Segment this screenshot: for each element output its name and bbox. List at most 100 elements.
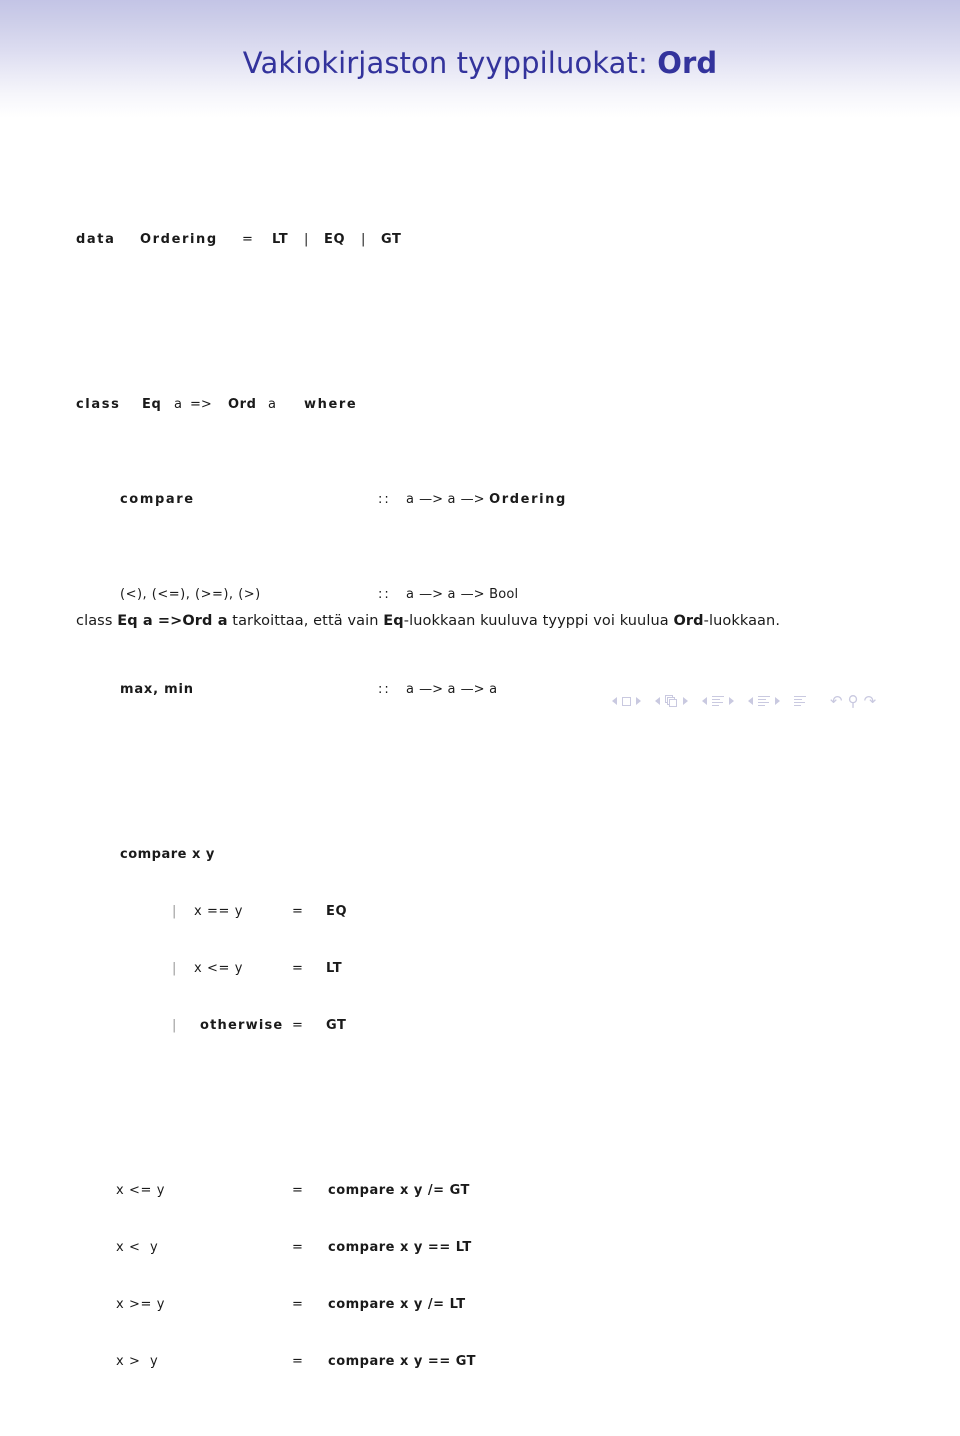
guard-equals: =: [292, 961, 304, 976]
code-line-op-def-1: x <= y = compare x y /= GT: [76, 1181, 886, 1200]
guard-body: GT: [326, 1018, 347, 1033]
op-def-rhs: compare x y == LT: [328, 1240, 472, 1255]
op-def-rhs: compare x y == GT: [328, 1354, 477, 1369]
caption-eq-class: Eq: [383, 613, 404, 629]
forward-icon[interactable]: ↷: [864, 693, 877, 709]
sig-name-operators: (<), (<=), (>=), (>): [120, 587, 261, 602]
op-def-eq: =: [292, 1240, 304, 1255]
op-def-eq: =: [292, 1297, 304, 1312]
prev-subsection-icon[interactable]: [655, 697, 660, 705]
superclass-eq: Eq: [142, 397, 162, 412]
back-icon[interactable]: ↶: [830, 693, 843, 709]
ctor-eq: EQ: [324, 232, 346, 247]
caption-part-1: class: [76, 613, 118, 629]
op-def-lhs: x <= y: [116, 1183, 166, 1198]
code-spacer-4: [76, 1428, 886, 1436]
next-frame-icon[interactable]: [636, 697, 641, 705]
guard-cond: x == y: [194, 904, 244, 919]
caption-part-7: -luokkaan.: [703, 613, 781, 629]
search-icon[interactable]: ⚲: [848, 693, 859, 709]
op-def-rhs: compare x y /= GT: [328, 1183, 470, 1198]
compare-def-head: compare x y: [120, 847, 215, 862]
code-spacer-3: [76, 1092, 886, 1105]
op-def-eq: =: [292, 1183, 304, 1198]
ctor-gt: GT: [381, 232, 402, 247]
sig-type-maxmin: a —> a —> a: [406, 682, 498, 697]
nav-group-subsection[interactable]: [655, 695, 688, 707]
guard-body: EQ: [326, 904, 348, 919]
nav-group-section[interactable]: [702, 695, 734, 707]
pipe-2: |: [361, 232, 366, 247]
keyword-class: class: [76, 397, 121, 412]
code-spacer-2: [76, 756, 886, 769]
guard-bar-icon: |: [172, 961, 177, 976]
haskell-code-block: data Ordering = LT | EQ | GT class Eq a …: [76, 154, 886, 1436]
sig-type-operators: a —> a —> Bool: [406, 587, 519, 602]
op-def-rhs: compare x y /= LT: [328, 1297, 466, 1312]
caption-part-5: -luokkaan kuuluva tyyppi voi kuulua: [403, 613, 674, 629]
guard-equals: =: [292, 1018, 304, 1033]
beamer-navigation-bar[interactable]: ↶ ⚲ ↷: [612, 690, 876, 712]
caption-part-3: tarkoittaa, että vain: [227, 613, 384, 629]
caption-ord-class: Ord: [673, 613, 704, 629]
guard-body: LT: [326, 961, 343, 976]
ctor-lt: LT: [272, 232, 289, 247]
tyvar-a-1: a: [174, 397, 183, 412]
code-line-compare-guard-1: | x == y = EQ: [76, 902, 886, 921]
lines-icon[interactable]: [758, 695, 770, 707]
guard-equals: =: [292, 904, 304, 919]
guard-bar-icon: |: [172, 1018, 177, 1033]
code-line-compare-guard-3: | otherwise = GT: [76, 1016, 886, 1035]
page-title-plain: Vakiokirjaston tyyppiluokat:: [242, 46, 658, 80]
toc-lines-icon[interactable]: [794, 695, 806, 707]
guard-cond: x <= y: [194, 961, 244, 976]
fat-arrow-icon: =>: [190, 397, 212, 412]
pipe-1: |: [304, 232, 309, 247]
lines-icon[interactable]: [712, 695, 724, 707]
class-ord: Ord: [228, 397, 257, 412]
explanation-caption: class Eq a =>Ord a tarkoittaa, että vain…: [76, 613, 936, 629]
tyvar-a-2: a: [268, 397, 277, 412]
caption-class-signature: Eq a =>Ord a: [117, 613, 228, 629]
sig-name-compare: compare: [120, 492, 195, 507]
equals-sign: =: [242, 232, 254, 247]
type-ordering: Ordering: [140, 232, 218, 247]
page-title: Vakiokirjaston tyyppiluokat: Ord: [0, 46, 960, 80]
sig-ret-bool: Bool: [489, 587, 519, 602]
code-line-data-decl: data Ordering = LT | EQ | GT: [76, 230, 886, 249]
sig-type-compare: a —> a —> Ordering: [406, 492, 567, 507]
code-line-op-def-3: x >= y = compare x y /= LT: [76, 1295, 886, 1314]
code-line-compare-head: compare x y: [76, 845, 886, 864]
keyword-data: data: [76, 232, 116, 247]
next-subsection-icon[interactable]: [683, 697, 688, 705]
op-def-lhs: x > y: [116, 1354, 159, 1369]
dcolon-3: ::: [378, 682, 391, 697]
square-icon[interactable]: [622, 696, 631, 706]
op-def-lhs: x >= y: [116, 1297, 166, 1312]
code-line-sig-operators: (<), (<=), (>=), (>) :: a —> a —> Bool: [76, 585, 886, 604]
prev-section-icon[interactable]: [702, 697, 707, 705]
nav-group-presentation[interactable]: [748, 695, 780, 707]
dcolon-1: ::: [378, 492, 391, 507]
op-def-lhs: x < y: [116, 1240, 159, 1255]
next-presentation-icon[interactable]: [775, 697, 780, 705]
code-line-compare-guard-2: | x <= y = LT: [76, 959, 886, 978]
guard-cond: otherwise: [200, 1018, 284, 1033]
dcolon-2: ::: [378, 587, 391, 602]
op-def-eq: =: [292, 1354, 304, 1369]
code-line-sig-compare: compare :: a —> a —> Ordering: [76, 490, 886, 509]
prev-presentation-icon[interactable]: [748, 697, 753, 705]
sig-ret-ordering: Ordering: [489, 492, 567, 507]
nav-round-group[interactable]: ↶ ⚲ ↷: [830, 693, 877, 709]
code-line-class-decl: class Eq a => Ord a where: [76, 395, 886, 414]
nav-group-frame[interactable]: [612, 696, 641, 706]
guard-bar-icon: |: [172, 904, 177, 919]
code-line-op-def-2: x < y = compare x y == LT: [76, 1238, 886, 1257]
sig-name-maxmin: max, min: [120, 682, 194, 697]
keyword-where: where: [304, 397, 358, 412]
page-title-emphasis: Ord: [657, 46, 718, 80]
sig-ret-a: a: [489, 682, 498, 697]
prev-frame-icon[interactable]: [612, 697, 617, 705]
stacked-slides-icon[interactable]: [665, 695, 678, 707]
next-section-icon[interactable]: [729, 697, 734, 705]
